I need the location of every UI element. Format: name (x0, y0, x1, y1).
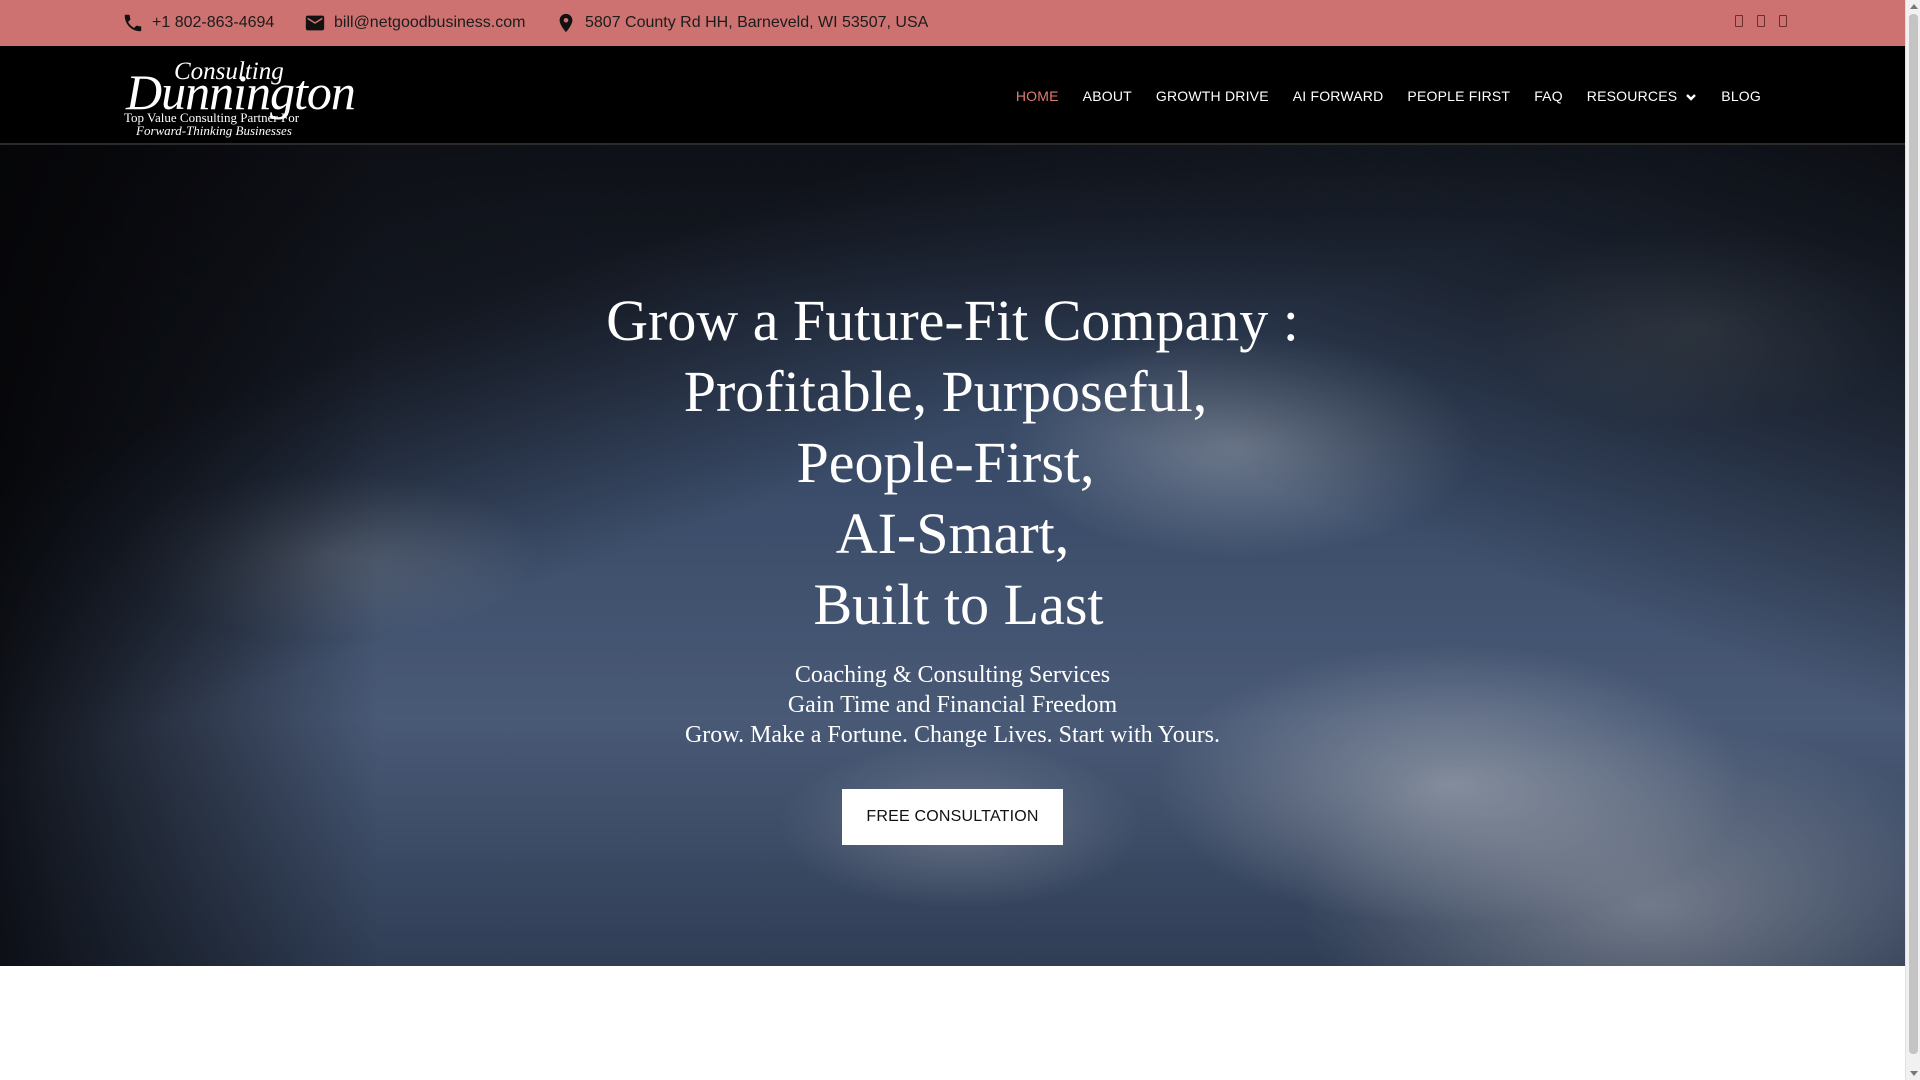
hero-title-line: People-First, (796, 430, 1095, 495)
hero-title: Grow a Future-Fit Company : Profitable, … (0, 285, 1905, 640)
nav-ai-forward[interactable]: AI FORWARD (1281, 88, 1396, 104)
nav-growth-drive[interactable]: GROWTH DRIVE (1144, 88, 1281, 104)
phone-number[interactable]: +1 802-863-4694 (152, 14, 274, 32)
hero-subtitle: Coaching & Consulting Services Gain Time… (0, 660, 1905, 750)
location-pin-icon (555, 12, 577, 34)
hero-subtitle-line: Coaching & Consulting Services (794, 662, 1111, 688)
mail-icon (304, 12, 326, 34)
nav-resources-label: RESOURCES (1586, 87, 1678, 104)
top-contact-bar: +1 802-863-4694 bill@netgoodbusiness.com… (0, 0, 1905, 46)
social-icon-1[interactable] (1735, 15, 1743, 27)
hero-title-line: AI-Smart, (835, 501, 1070, 566)
address-text[interactable]: 5807 County Rd HH, Barneveld, WI 53507, … (585, 14, 928, 32)
hero-title-line: Grow a Future-Fit Company : (606, 288, 1299, 353)
nav-people-first[interactable]: PEOPLE FIRST (1395, 88, 1522, 104)
hero-title-line: Built to Last (813, 572, 1104, 637)
nav-faq[interactable]: FAQ (1522, 88, 1575, 104)
hero-subtitle-line: Grow. Make a Fortune. Change Lives. Star… (684, 722, 1221, 748)
main-navbar: Consulting Dunnington Top Value Consulti… (0, 46, 1905, 145)
social-links (1735, 15, 1787, 27)
social-icon-3[interactable] (1779, 15, 1787, 27)
nav-about[interactable]: ABOUT (1071, 88, 1144, 104)
hero-subtitle-line: Gain Time and Financial Freedom (787, 692, 1118, 718)
email-address[interactable]: bill@netgoodbusiness.com (334, 14, 525, 32)
phone-contact[interactable]: +1 802-863-4694 (122, 0, 274, 46)
logo-tagline-2: Forward-Thinking Businesses (136, 123, 292, 138)
nav-home[interactable]: HOME (1004, 88, 1071, 104)
scroll-up-arrow-icon[interactable] (1910, 4, 1918, 9)
phone-icon (122, 12, 144, 34)
address-contact[interactable]: 5807 County Rd HH, Barneveld, WI 53507, … (555, 0, 928, 46)
scrollbar-thumb[interactable] (1909, 14, 1918, 1054)
social-icon-2[interactable] (1757, 15, 1765, 27)
email-contact[interactable]: bill@netgoodbusiness.com (304, 0, 525, 46)
primary-menu: HOME ABOUT GROWTH DRIVE AI FORWARD PEOPL… (1004, 46, 1773, 145)
nav-blog[interactable]: BLOG (1709, 88, 1773, 104)
hero-section: Grow a Future-Fit Company : Profitable, … (0, 145, 1905, 966)
nav-resources[interactable]: RESOURCES (1575, 88, 1709, 104)
site-logo[interactable]: Consulting Dunnington Top Value Consulti… (122, 54, 356, 138)
chevron-down-icon (1685, 90, 1697, 102)
hero-title-line: Profitable, Purposeful, (683, 359, 1208, 424)
scroll-down-arrow-icon[interactable] (1910, 1071, 1918, 1076)
free-consultation-button[interactable]: FREE CONSULTATION (842, 789, 1063, 845)
page-scrollbar[interactable] (1905, 0, 1920, 1080)
